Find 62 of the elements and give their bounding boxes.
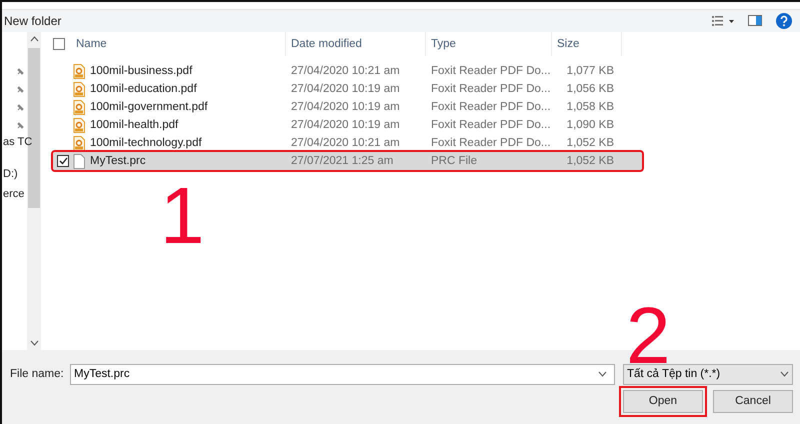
file-size: 1,052 KB xyxy=(566,137,614,150)
pin-icon xyxy=(16,104,24,112)
file-size: 1,090 KB xyxy=(566,119,614,132)
row-checkbox[interactable] xyxy=(57,155,69,168)
column-header[interactable]: Name xyxy=(71,32,286,56)
scroll-up-icon xyxy=(30,36,38,42)
date-modified: 27/04/2020 10:19 am xyxy=(290,83,401,96)
file-type: Foxit Reader PDF Do... xyxy=(430,101,552,114)
file-row[interactable]: 100mil-health.pdf 27/04/2020 10:19 am Foxit Reader PDF Do... 1,090 KB xyxy=(53,116,642,134)
file-name: 100mil-health.pdf xyxy=(89,119,180,132)
file-name: 100mil-business.pdf xyxy=(89,65,194,78)
file-icon xyxy=(73,154,85,169)
help-icon[interactable] xyxy=(776,12,792,29)
column-header[interactable]: Date modified xyxy=(286,32,426,56)
column-header[interactable]: Type xyxy=(426,32,552,56)
file-name-label: File name: xyxy=(10,368,65,380)
file-type: Foxit Reader PDF Do... xyxy=(430,137,552,150)
file-row[interactable]: 100mil-business.pdf 27/04/2020 10:21 am Foxit Reader PDF Do... 1,077 KB xyxy=(53,62,642,80)
pdf-file-icon xyxy=(73,136,85,151)
pdf-file-icon xyxy=(73,82,85,97)
dropdown-caret-icon xyxy=(780,371,789,378)
file-type-dropdown[interactable]: Tất cả Tệp tin (*.*) xyxy=(623,364,793,385)
cancel-button[interactable]: Cancel xyxy=(713,390,793,413)
date-modified: 27/04/2020 10:19 am xyxy=(290,101,401,114)
file-name: MyTest.prc xyxy=(89,155,147,168)
select-all-checkbox[interactable] xyxy=(53,38,65,50)
pdf-file-icon xyxy=(73,64,85,79)
file-name: 100mil-government.pdf xyxy=(89,101,209,114)
column-header[interactable]: Size xyxy=(552,32,622,56)
date-modified: 27/04/2020 10:21 am xyxy=(290,65,401,78)
date-modified: 27/07/2021 1:25 am xyxy=(290,155,394,168)
file-name: 100mil-education.pdf xyxy=(89,83,198,96)
file-type: PRC File xyxy=(430,155,478,168)
pin-icon xyxy=(16,68,24,76)
file-size: 1,058 KB xyxy=(566,101,614,114)
file-row[interactable]: 100mil-government.pdf 27/04/2020 10:19 am Foxit Reader PDF Do... 1,058 KB xyxy=(53,98,642,116)
file-name-field[interactable]: MyTest.prc xyxy=(70,364,615,385)
pdf-file-icon xyxy=(73,100,85,115)
date-modified: 27/04/2020 10:19 am xyxy=(290,119,401,132)
pin-icon xyxy=(16,86,24,94)
file-type: Foxit Reader PDF Do... xyxy=(430,83,552,96)
sidebar-item[interactable]: D:) xyxy=(3,168,18,180)
file-type: Foxit Reader PDF Do... xyxy=(430,65,552,78)
file-size: 1,077 KB xyxy=(566,65,614,78)
file-size: 1,056 KB xyxy=(566,83,614,96)
pdf-file-icon xyxy=(73,118,85,133)
step-number: 1 xyxy=(160,182,204,250)
file-name: 100mil-technology.pdf xyxy=(89,137,203,150)
preview-pane-icon[interactable] xyxy=(748,15,762,26)
scroll-down-icon xyxy=(30,340,38,346)
file-row[interactable]: 100mil-technology.pdf 27/04/2020 10:21 am Foxit Reader PDF Do... 1,052 KB xyxy=(53,134,642,152)
view-options-icon[interactable] xyxy=(712,16,734,26)
new-folder-button[interactable]: New folder xyxy=(4,14,62,28)
file-row[interactable]: 100mil-education.pdf 27/04/2020 10:19 am Foxit Reader PDF Do... 1,056 KB xyxy=(53,80,642,98)
dropdown-caret-icon xyxy=(598,370,607,377)
file-row[interactable]: MyTest.prc 27/07/2021 1:25 am PRC File 1,052 KB xyxy=(53,152,642,170)
date-modified: 27/04/2020 10:21 am xyxy=(290,137,401,150)
file-type: Foxit Reader PDF Do... xyxy=(430,119,552,132)
pin-icon xyxy=(16,122,24,130)
sidebar-item[interactable]: as TC xyxy=(3,136,32,148)
sidebar-item[interactable]: erce xyxy=(3,188,24,200)
file-size: 1,052 KB xyxy=(566,155,614,168)
